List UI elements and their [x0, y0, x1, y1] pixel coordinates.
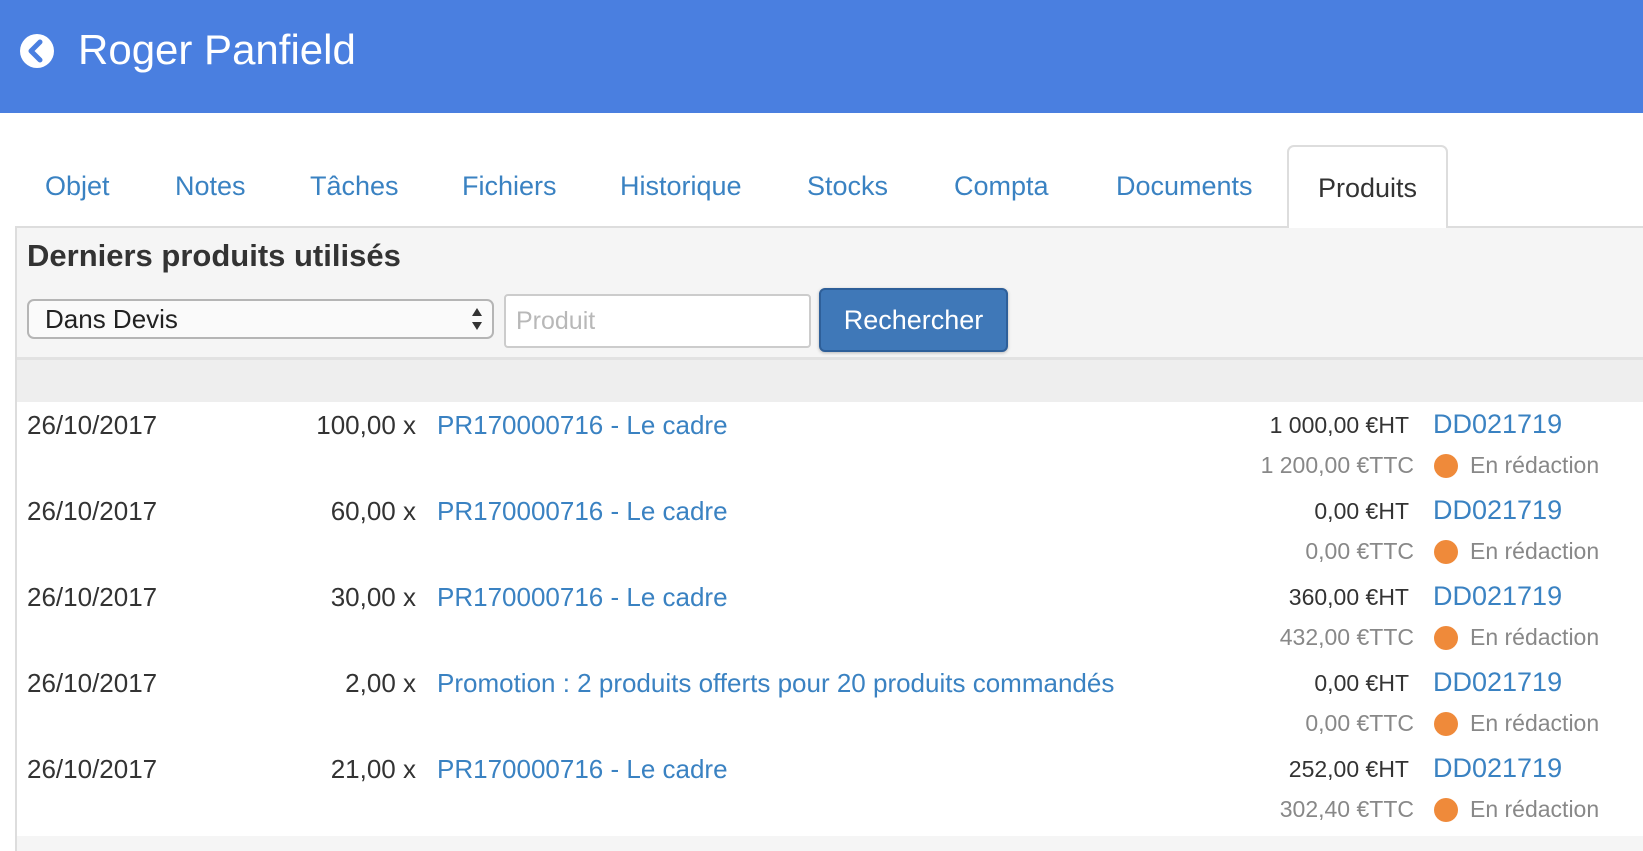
row-price-ttc: 0,00 €TTC: [1305, 710, 1414, 736]
chevron-left-circle-icon[interactable]: [18, 32, 56, 70]
row-price-ttc: 302,40 €TTC: [1279, 796, 1414, 822]
products-panel: Derniers produits utilisés Dans Devis Re…: [15, 226, 1643, 851]
select-value: Dans Devis: [45, 304, 178, 334]
table-row: 26/10/2017 100,00 x PR170000716 - Le cad…: [17, 402, 1643, 494]
row-price-ht: 360,00 €HT: [1288, 584, 1409, 610]
tab-historique[interactable]: Historique: [620, 145, 742, 227]
table-row: 26/10/2017 30,00 x PR170000716 - Le cadr…: [17, 574, 1643, 666]
row-status: En rédaction: [1470, 624, 1600, 650]
row-status: En rédaction: [1470, 452, 1600, 478]
status-dot-icon: [1434, 454, 1458, 478]
select-arrows-icon: [472, 308, 482, 330]
row-quantity: 30,00 x: [330, 582, 416, 612]
row-document-link[interactable]: DD021719: [1433, 581, 1562, 612]
row-product-link[interactable]: PR170000716 - Le cadre: [437, 582, 728, 613]
row-price-ht: 0,00 €HT: [1314, 498, 1409, 524]
row-date: 26/10/2017: [27, 668, 158, 698]
row-quantity: 21,00 x: [330, 754, 416, 784]
row-price-ht: 0,00 €HT: [1314, 670, 1409, 696]
row-product-link[interactable]: PR170000716 - Le cadre: [437, 410, 728, 441]
status-dot-icon: [1434, 712, 1458, 736]
status-dot-icon: [1434, 798, 1458, 822]
product-search-input[interactable]: [504, 294, 811, 348]
row-status: En rédaction: [1470, 796, 1600, 822]
row-date: 26/10/2017: [27, 410, 158, 440]
tab-objet[interactable]: Objet: [45, 145, 110, 227]
row-date: 26/10/2017: [27, 754, 158, 784]
app-header: Roger Panfield: [0, 0, 1643, 113]
tab-bar: Objet Notes Tâches Fichiers Historique S…: [0, 145, 1643, 228]
table-row: 26/10/2017 21,00 x PR170000716 - Le cadr…: [17, 746, 1643, 836]
status-dot-icon: [1434, 626, 1458, 650]
tab-taches[interactable]: Tâches: [310, 145, 399, 227]
row-status: En rédaction: [1470, 538, 1600, 564]
search-button[interactable]: Rechercher: [819, 288, 1008, 352]
row-date: 26/10/2017: [27, 496, 158, 526]
row-price-ttc: 1 200,00 €TTC: [1260, 452, 1414, 478]
table-header-band: [17, 360, 1643, 402]
row-product-link[interactable]: Promotion : 2 produits offerts pour 20 p…: [437, 668, 1114, 699]
row-document-link[interactable]: DD021719: [1433, 409, 1562, 440]
row-price-ttc: 432,00 €TTC: [1279, 624, 1414, 650]
row-date: 26/10/2017: [27, 582, 158, 612]
row-document-link[interactable]: DD021719: [1433, 495, 1562, 526]
row-document-link[interactable]: DD021719: [1433, 753, 1562, 784]
tab-notes[interactable]: Notes: [175, 145, 246, 227]
status-dot-icon: [1434, 540, 1458, 564]
row-price-ttc: 0,00 €TTC: [1305, 538, 1414, 564]
row-quantity: 100,00 x: [316, 410, 416, 440]
table-row: 26/10/2017 60,00 x PR170000716 - Le cadr…: [17, 488, 1643, 580]
page-title: Roger Panfield: [78, 26, 356, 73]
table-row: 26/10/2017 2,00 x Promotion : 2 produits…: [17, 660, 1643, 752]
row-price-ht: 1 000,00 €HT: [1269, 412, 1409, 438]
row-status: En rédaction: [1470, 710, 1600, 736]
document-type-select[interactable]: Dans Devis: [27, 299, 494, 339]
row-price-ht: 252,00 €HT: [1288, 756, 1409, 782]
row-document-link[interactable]: DD021719: [1433, 667, 1562, 698]
row-quantity: 60,00 x: [330, 496, 416, 526]
panel-title: Derniers produits utilisés: [27, 238, 401, 273]
tab-stocks[interactable]: Stocks: [807, 145, 888, 227]
row-product-link[interactable]: PR170000716 - Le cadre: [437, 496, 728, 527]
row-quantity: 2,00 x: [345, 668, 416, 698]
tab-fichiers[interactable]: Fichiers: [462, 145, 557, 227]
tab-produits[interactable]: Produits: [1287, 145, 1448, 228]
row-product-link[interactable]: PR170000716 - Le cadre: [437, 754, 728, 785]
tab-documents[interactable]: Documents: [1116, 145, 1253, 227]
tab-compta[interactable]: Compta: [954, 145, 1049, 227]
